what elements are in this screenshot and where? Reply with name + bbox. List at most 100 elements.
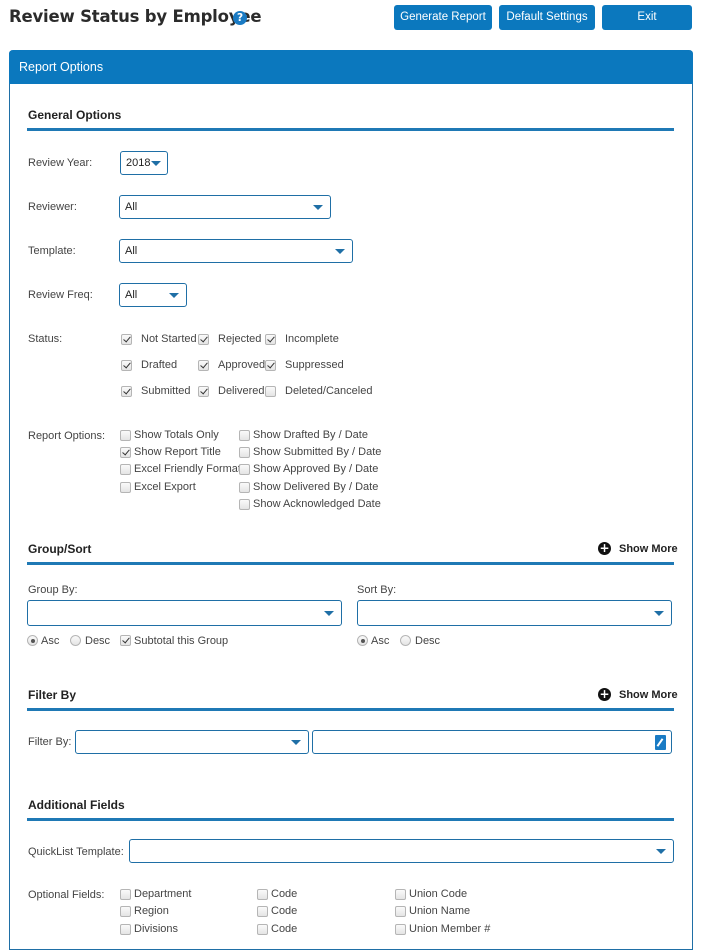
filter-field-select[interactable] [75, 730, 309, 754]
review-freq-select[interactable]: All [119, 283, 187, 307]
status-delivered-label: Delivered [218, 385, 265, 397]
optional-field-col1-department-label: Department [134, 888, 192, 900]
status-suppressed-checkbox[interactable] [265, 360, 276, 371]
report-option-show-acknowledged-date-label: Show Acknowledged Date [253, 498, 381, 510]
exit-button[interactable]: Exit [602, 5, 692, 30]
additional-fields-title: Additional Fields [28, 798, 125, 812]
status-incomplete-label: Incomplete [285, 333, 339, 345]
default-settings-button[interactable]: Default Settings [499, 5, 595, 30]
review-year-value: 2018 [126, 157, 151, 169]
optional-field-col2-code-checkbox[interactable] [257, 924, 268, 935]
status-suppressed-label: Suppressed [285, 359, 344, 371]
panel-header: Report Options [9, 50, 693, 84]
status-rejected-label: Rejected [218, 333, 262, 345]
optional-field-col1-region-label: Region [134, 905, 169, 917]
status-incomplete-checkbox[interactable] [265, 334, 276, 345]
group-sort-show-more[interactable]: Show More [619, 543, 678, 555]
report-options-label: Report Options: [28, 430, 106, 442]
section-divider [27, 708, 674, 711]
status-deleted-canceled-label: Deleted/Canceled [285, 385, 373, 397]
reviewer-select[interactable]: All [119, 195, 331, 219]
reviewer-value: All [125, 201, 138, 213]
report-option-show-submitted-by-date-label: Show Submitted By / Date [253, 446, 382, 458]
group-sort-title: Group/Sort [28, 542, 92, 556]
status-not-started-checkbox[interactable] [121, 334, 132, 345]
status-approved-label: Approved [218, 359, 266, 371]
question-circle-icon[interactable]: ? [233, 11, 247, 25]
plus-circle-icon[interactable]: + [598, 542, 611, 555]
chevron-down-icon [313, 205, 323, 210]
status-not-started-label: Not Started [141, 333, 197, 345]
sort-desc-label: Desc [415, 635, 441, 647]
plus-circle-icon[interactable]: + [598, 688, 611, 701]
status-rejected-checkbox[interactable] [198, 334, 209, 345]
filter-by-title: Filter By [28, 688, 77, 702]
section-divider [27, 818, 674, 821]
report-option-show-acknowledged-date-checkbox[interactable] [239, 499, 250, 510]
subtotal-checkbox[interactable] [120, 635, 131, 646]
optional-field-col2-code-checkbox[interactable] [257, 906, 268, 917]
status-approved-checkbox[interactable] [198, 360, 209, 371]
optional-field-col2-code-label: Code [271, 923, 298, 935]
group-by-label: Group By: [28, 584, 78, 596]
optional-field-col3-union-name-checkbox[interactable] [395, 906, 406, 917]
group-asc-radio[interactable] [27, 635, 38, 646]
sort-desc-radio[interactable] [400, 635, 411, 646]
group-desc-radio[interactable] [70, 635, 81, 646]
template-select[interactable]: All [119, 239, 353, 263]
report-option-show-delivered-by-date-checkbox[interactable] [239, 482, 250, 493]
optional-field-col2-code-label: Code [271, 905, 298, 917]
optional-field-col1-divisions-checkbox[interactable] [120, 924, 131, 935]
group-by-select[interactable] [27, 600, 342, 626]
optional-field-col2-code-checkbox[interactable] [257, 889, 268, 900]
status-deleted-canceled-checkbox[interactable] [265, 386, 276, 397]
status-submitted-label: Submitted [141, 385, 191, 397]
report-option-excel-export-label: Excel Export [134, 481, 196, 493]
template-value: All [125, 245, 138, 257]
report-option-show-totals-only-checkbox[interactable] [120, 430, 131, 441]
general-options-title: General Options [28, 108, 122, 122]
status-drafted-checkbox[interactable] [121, 360, 132, 371]
quicklist-label: QuickList Template: [28, 846, 124, 858]
report-option-show-approved-by-date-checkbox[interactable] [239, 464, 250, 475]
status-submitted-checkbox[interactable] [121, 386, 132, 397]
filter-by-label: Filter By: [28, 736, 72, 748]
chevron-down-icon [151, 161, 161, 166]
chevron-down-icon [656, 849, 666, 854]
sort-asc-radio[interactable] [357, 635, 368, 646]
review-freq-label: Review Freq: [28, 289, 93, 301]
optional-field-col3-union-code-checkbox[interactable] [395, 889, 406, 900]
chevron-down-icon [291, 740, 301, 745]
group-desc-label: Desc [85, 635, 111, 647]
chevron-down-icon [654, 611, 664, 616]
quicklist-template-select[interactable] [129, 839, 674, 863]
optional-field-col2-code-label: Code [271, 888, 298, 900]
optional-fields-label: Optional Fields: [28, 889, 105, 901]
group-asc-label: Asc [41, 635, 60, 647]
filter-show-more[interactable]: Show More [619, 689, 678, 701]
subtotal-label: Subtotal this Group [134, 635, 229, 647]
review-freq-value: All [125, 289, 138, 301]
optional-field-col3-union-member-label: Union Member # [409, 923, 491, 935]
optional-field-col1-region-checkbox[interactable] [120, 906, 131, 917]
report-option-show-submitted-by-date-checkbox[interactable] [239, 447, 250, 458]
optional-field-col3-union-member-checkbox[interactable] [395, 924, 406, 935]
optional-field-col1-department-checkbox[interactable] [120, 889, 131, 900]
generate-report-button[interactable]: Generate Report [394, 5, 492, 30]
filter-value-input[interactable] [312, 730, 672, 754]
edit-icon[interactable] [655, 735, 666, 750]
optional-field-col1-divisions-label: Divisions [134, 923, 179, 935]
reviewer-label: Reviewer: [28, 201, 77, 213]
status-delivered-checkbox[interactable] [198, 386, 209, 397]
report-option-show-totals-only-label: Show Totals Only [134, 429, 219, 441]
chevron-down-icon [324, 611, 334, 616]
page-title: Review Status by Employee [9, 7, 262, 26]
report-option-show-report-title-checkbox[interactable] [120, 447, 131, 458]
review-year-select[interactable]: 2018 [120, 151, 168, 175]
optional-field-col3-union-name-label: Union Name [409, 905, 471, 917]
report-option-show-delivered-by-date-label: Show Delivered By / Date [253, 481, 379, 493]
report-option-excel-friendly-format-checkbox[interactable] [120, 464, 131, 475]
report-option-show-drafted-by-date-checkbox[interactable] [239, 430, 250, 441]
sort-by-select[interactable] [357, 600, 672, 626]
report-option-excel-export-checkbox[interactable] [120, 482, 131, 493]
